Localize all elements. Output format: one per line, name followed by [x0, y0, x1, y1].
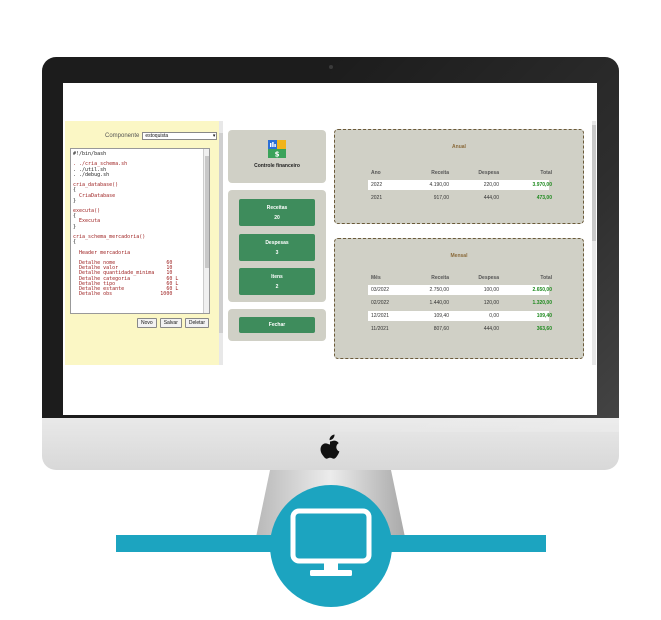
row-period: 2022: [371, 182, 383, 188]
finance-logo-icon: $: [268, 140, 286, 158]
despesas-button[interactable]: Despesas 3: [239, 234, 315, 261]
row-receita: 109,40: [433, 313, 449, 319]
code-line: Detalhe obs 1000: [73, 291, 173, 298]
col-receita: Receita: [431, 170, 449, 176]
camera-dot: [329, 65, 333, 69]
table-row[interactable]: 03/2022 2.750,00 100,00 2.650,00: [368, 285, 552, 295]
mensal-title: Mensal: [450, 253, 468, 259]
table-row[interactable]: 02/2022 1.440,00 120,00 1.320,00: [368, 298, 552, 308]
row-period: 03/2022: [371, 287, 390, 293]
row-receita: 4.190,00: [429, 182, 449, 188]
editor-buttons: Novo Salvar Deletar: [137, 318, 209, 328]
code-scrollbar[interactable]: [203, 149, 209, 313]
svg-text:$: $: [275, 151, 280, 159]
anual-summary-card: Anual Ano Receita Despesa Total 2022 4.1…: [334, 129, 584, 224]
receitas-button[interactable]: Receitas 20: [239, 199, 315, 226]
col-total: Total: [540, 275, 552, 281]
itens-button[interactable]: Itens 2: [239, 268, 315, 295]
script-editor-panel: Componente estoquista ▾ #!/bin/bash. ./c…: [65, 121, 219, 365]
col-despesa: Despesa: [478, 275, 499, 281]
row-despesa: 220,00: [483, 182, 499, 188]
monitor-icon: [290, 508, 372, 576]
col-receita: Receita: [431, 275, 449, 281]
menu-card: Receitas 20 Despesas 3 Itens 2: [228, 190, 326, 302]
col-total: Total: [540, 170, 552, 176]
row-receita: 2.750,00: [429, 287, 449, 293]
code-textarea[interactable]: #!/bin/bash. ./cria_schema.sh. ./util.sh…: [70, 148, 210, 314]
receitas-count: 20: [274, 214, 280, 221]
col-ano: Ano: [371, 170, 381, 176]
component-label: Componente: [105, 133, 140, 139]
page-scrollbar[interactable]: [592, 121, 596, 365]
component-select-value: estoquista: [145, 133, 169, 139]
anual-table-header: Ano Receita Despesa Total: [368, 168, 552, 178]
row-period: 11/2021: [371, 326, 389, 332]
row-total: 1.320,00: [532, 300, 552, 306]
apple-logo-icon: [320, 434, 340, 459]
salvar-button[interactable]: Salvar: [159, 318, 182, 328]
chevron-down-icon: ▾: [212, 133, 216, 139]
editor-panel-scrollbar[interactable]: [219, 121, 223, 365]
component-select[interactable]: estoquista ▾: [142, 132, 218, 140]
close-card: Fechar: [228, 309, 326, 341]
fechar-button[interactable]: Fechar: [239, 317, 315, 333]
row-despesa: 120,00: [483, 300, 499, 306]
anual-title: Anual: [452, 144, 466, 150]
table-row[interactable]: 11/2021 807,60 444,00 363,60: [368, 324, 552, 334]
deletar-button[interactable]: Deletar: [184, 318, 209, 328]
code-content: #!/bin/bash. ./cria_schema.sh. ./util.sh…: [71, 149, 209, 300]
row-despesa: 444,00: [483, 326, 499, 332]
table-row[interactable]: 12/2021 109,40 0,00 109,40: [368, 311, 552, 321]
col-despesa: Despesa: [478, 170, 499, 176]
row-period: 12/2021: [371, 313, 390, 319]
mensal-table-header: Mês Receita Despesa Total: [368, 273, 552, 283]
despesas-count: 3: [275, 249, 279, 256]
itens-count: 2: [275, 283, 279, 290]
row-total: 109,40: [536, 313, 552, 319]
app-title: Controle financeiro: [254, 163, 300, 169]
mensal-table: Mês Receita Despesa Total 03/2022 2.750,…: [368, 273, 552, 337]
row-total: 363,60: [536, 326, 552, 332]
row-receita: 917,00: [433, 195, 449, 201]
row-despesa: 0,00: [489, 313, 499, 319]
row-total: 473,00: [536, 195, 552, 201]
imac-mockup: Componente estoquista ▾ #!/bin/bash. ./c…: [0, 0, 661, 620]
app-logo-card: $ Controle financeiro: [228, 130, 326, 183]
despesas-label: Despesas: [265, 239, 289, 246]
table-row[interactable]: 2021 917,00 444,00 473,00: [368, 193, 552, 203]
row-total: 2.650,00: [532, 287, 552, 293]
col-mes: Mês: [371, 275, 381, 281]
row-receita: 807,60: [433, 326, 449, 332]
anual-table: Ano Receita Despesa Total 2022 4.190,00 …: [368, 168, 552, 206]
row-period: 2021: [371, 195, 383, 201]
receitas-label: Receitas: [266, 204, 288, 211]
app-screen: Componente estoquista ▾ #!/bin/bash. ./c…: [63, 83, 597, 415]
mensal-summary-card: Mensal Mês Receita Despesa Total 03/2022…: [334, 238, 584, 359]
table-row[interactable]: 2022 4.190,00 220,00 3.970,00: [368, 180, 552, 190]
row-receita: 1.440,00: [429, 300, 449, 306]
novo-button[interactable]: Novo: [137, 318, 157, 328]
row-total: 3.970,00: [532, 182, 552, 188]
row-despesa: 444,00: [483, 195, 499, 201]
component-row: Componente estoquista ▾: [105, 132, 218, 140]
itens-label: Itens: [271, 273, 283, 280]
row-despesa: 100,00: [483, 287, 499, 293]
row-period: 02/2022: [371, 300, 390, 306]
